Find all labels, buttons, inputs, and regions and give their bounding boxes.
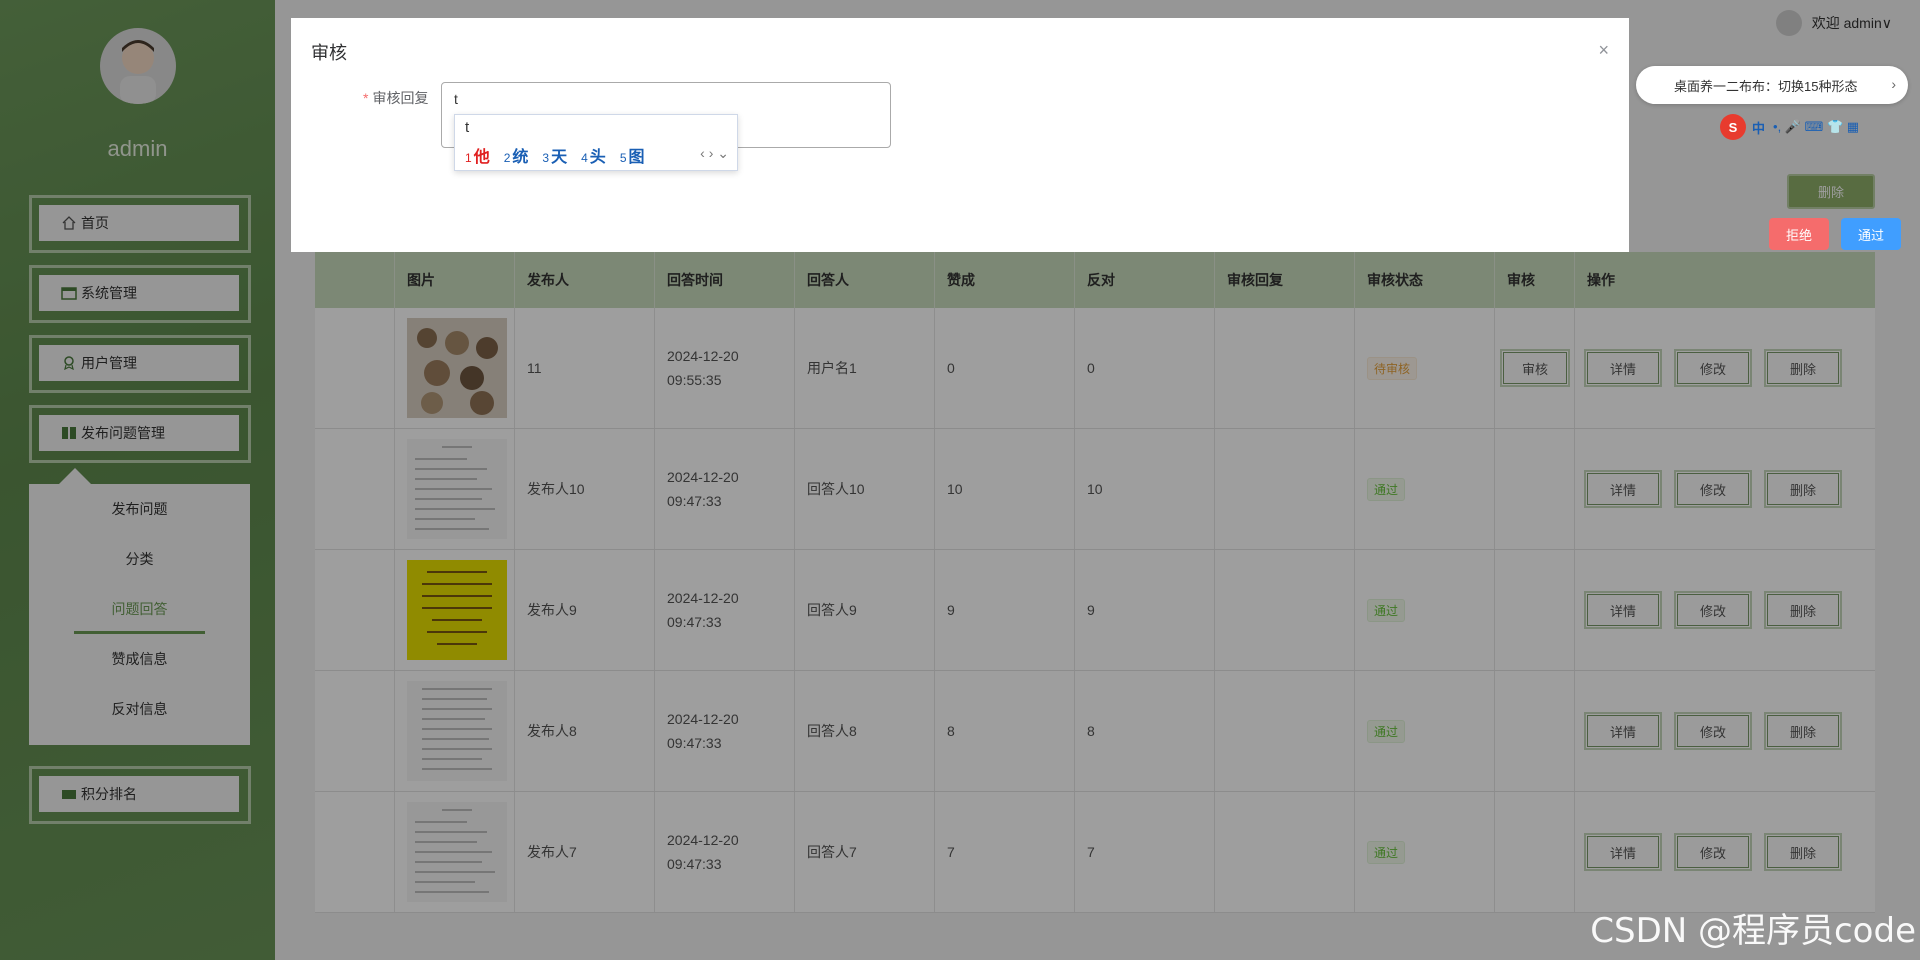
candidate-text: 天: [551, 149, 568, 166]
ime-toolbar: S 中 •, 🎤 ⌨ 👕 ▦: [1720, 114, 1859, 140]
candidate-text: 图: [628, 149, 645, 166]
candidate-text: 他: [473, 149, 490, 166]
field-label-text: 审核回复: [372, 90, 429, 106]
desktop-notification[interactable]: 桌面养一二布布：切换15种形态 ›: [1636, 66, 1908, 104]
notification-text: 桌面养一二布布：切换15种形态: [1674, 78, 1858, 94]
ime-candidate[interactable]: 5图: [620, 143, 645, 167]
ime-page-arrows[interactable]: ‹ › ⌄: [700, 145, 729, 162]
sogou-logo-icon[interactable]: S: [1720, 114, 1746, 140]
ime-candidates: 1他 2统 3天 4头 5图: [465, 143, 659, 167]
ime-mode-toggle[interactable]: 中: [1752, 118, 1765, 137]
ime-candidate[interactable]: 2统: [504, 143, 529, 167]
ime-toolbar-icons[interactable]: •, 🎤 ⌨ 👕 ▦: [1773, 119, 1859, 135]
close-icon[interactable]: ×: [1598, 40, 1609, 61]
reject-button[interactable]: 拒绝: [1769, 218, 1829, 250]
pass-button[interactable]: 通过: [1841, 218, 1901, 250]
candidate-number: 5: [619, 151, 627, 165]
candidate-number: 1: [465, 151, 472, 165]
candidate-number: 2: [503, 151, 511, 165]
ime-candidate[interactable]: 1他: [465, 143, 490, 167]
candidate-number: 4: [581, 151, 588, 165]
required-mark: *: [363, 90, 369, 106]
watermark-text: CSDN @程序员code: [1590, 911, 1916, 951]
candidate-text: 头: [589, 149, 606, 166]
ime-composition: t: [465, 119, 470, 136]
chevron-right-icon[interactable]: ›: [1891, 76, 1896, 92]
ime-candidate-window: t 1他 2统 3天 4头 5图 ‹ › ⌄: [454, 114, 738, 171]
ime-candidate[interactable]: 3天: [542, 143, 567, 167]
review-reply-label: * 审核回复: [363, 88, 428, 108]
candidate-number: 3: [542, 151, 550, 165]
ime-candidate[interactable]: 4头: [581, 143, 606, 167]
dialog-title: 审核: [311, 43, 347, 63]
candidate-text: 统: [512, 149, 529, 166]
